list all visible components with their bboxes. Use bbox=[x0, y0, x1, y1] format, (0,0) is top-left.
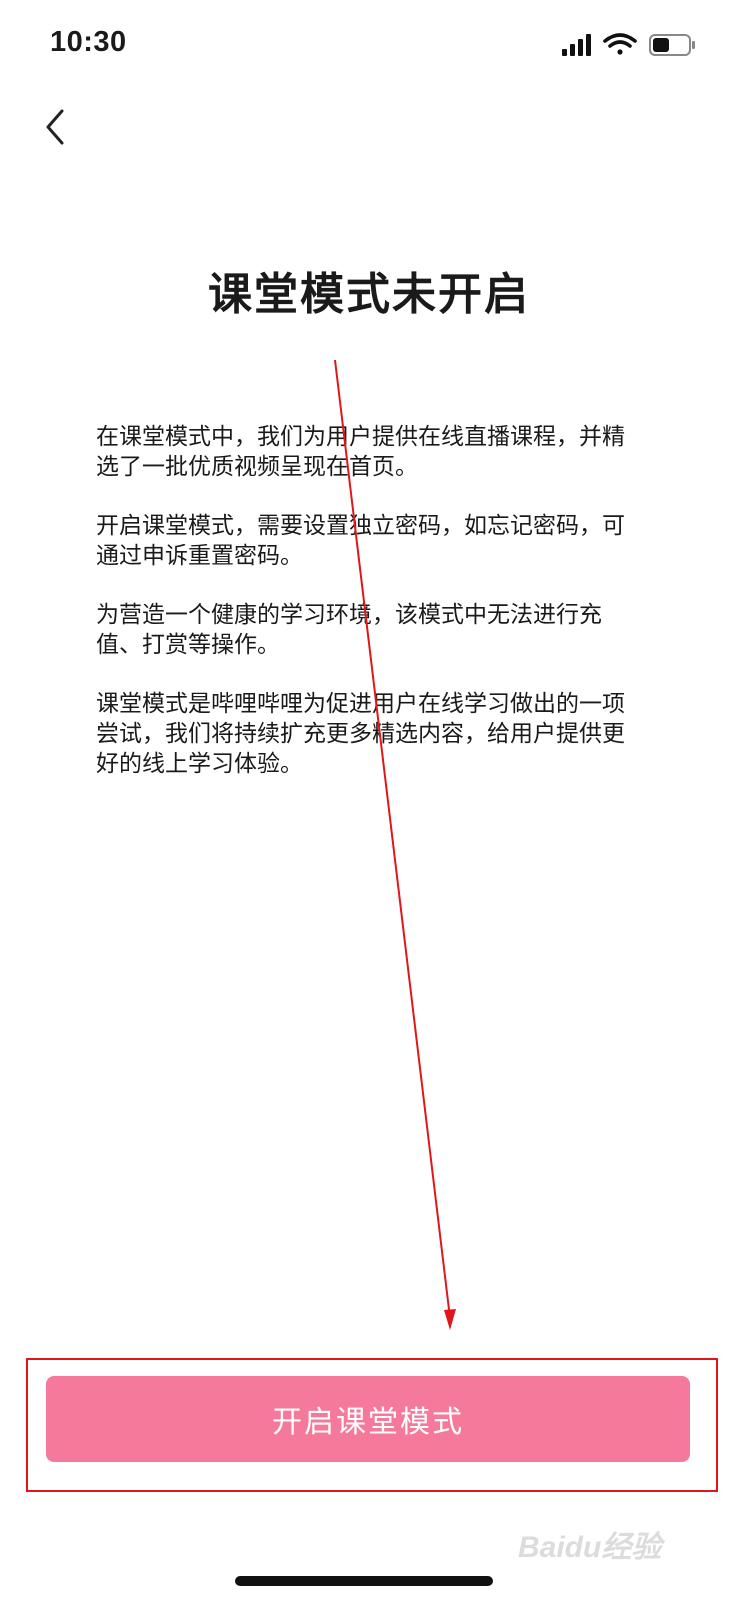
home-indicator[interactable] bbox=[235, 1576, 493, 1586]
page-title: 课堂模式未开启 bbox=[208, 269, 530, 320]
description: 在课堂模式中，我们为用户提供在线直播课程，并精选了一批优质视频呈现在首页。 开启… bbox=[96, 422, 636, 808]
status-time: 10:30 bbox=[50, 26, 127, 58]
paragraph-live-courses: 在课堂模式中，我们为用户提供在线直播课程，并精选了一批优质视频呈现在首页。 bbox=[96, 424, 625, 480]
paragraph-about: 课堂模式是哔哩哔哩为促进用户在线学习做出的一项尝试，我们将持续扩充更多精选内容，… bbox=[96, 691, 625, 777]
signal-icon bbox=[562, 34, 591, 56]
chevron-left-icon bbox=[46, 109, 64, 145]
wifi-icon bbox=[603, 33, 637, 55]
paragraph-restrictions: 为营造一个健康的学习环境，该模式中无法进行充值、打赏等操作。 bbox=[96, 602, 602, 658]
enable-classroom-mode-button[interactable]: 开启课堂模式 bbox=[46, 1376, 690, 1462]
battery-icon bbox=[649, 34, 695, 56]
status-icons bbox=[562, 30, 698, 60]
status-bar: 10:30 bbox=[0, 0, 738, 90]
paragraph-password: 开启课堂模式，需要设置独立密码，如忘记密码，可通过申诉重置密码。 bbox=[96, 513, 625, 569]
back-button[interactable] bbox=[30, 102, 80, 152]
watermark: Baidu经验 bbox=[518, 1531, 662, 1564]
